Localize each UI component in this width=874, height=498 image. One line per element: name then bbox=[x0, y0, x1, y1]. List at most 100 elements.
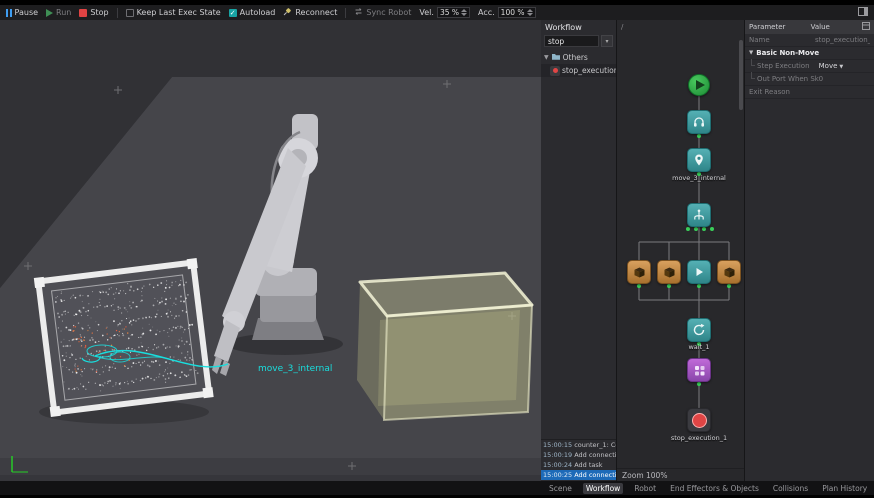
tree-group-others[interactable]: ▼ Others bbox=[541, 50, 616, 64]
tab-plan-history[interactable]: Plan History bbox=[819, 483, 870, 494]
run-button[interactable]: Run bbox=[46, 8, 71, 17]
step-execution-dropdown[interactable]: Move▼ bbox=[819, 62, 870, 70]
param-section-basic-non-move[interactable]: ▼ Basic Non-Move bbox=[745, 47, 874, 60]
wait-node-label: wait_1 bbox=[659, 343, 739, 351]
log-entry[interactable]: 15:00:24Add task bbox=[541, 460, 616, 470]
counter-node[interactable] bbox=[687, 358, 711, 382]
workflow-search-input[interactable] bbox=[544, 35, 599, 47]
checkbox-checked-icon: ✓ bbox=[229, 9, 237, 17]
velocity-value: 35 % bbox=[440, 8, 459, 17]
stop-node-label: stop_execution_1 bbox=[659, 434, 739, 442]
log-time: 15:00:19 bbox=[543, 451, 572, 459]
param-label: Out Port When Skip bbox=[757, 75, 819, 83]
spinner-arrows-icon[interactable] bbox=[461, 9, 467, 16]
parts-bin[interactable] bbox=[34, 258, 214, 417]
box-icon bbox=[723, 266, 736, 279]
3d-viewport[interactable]: move_3_internal bbox=[0, 20, 541, 481]
play-task-node[interactable] bbox=[687, 260, 711, 284]
branch-node[interactable] bbox=[687, 203, 711, 227]
zoom-label: Zoom 100% bbox=[622, 471, 667, 480]
workflow-panel: Workflow ▾ ▼ Others stop_exec bbox=[541, 20, 617, 481]
log-text: counter_1: Count 0 bbox=[574, 441, 616, 449]
param-row-step-execution[interactable]: Step Execution Move▼ bbox=[745, 60, 874, 73]
run-icon bbox=[46, 9, 53, 17]
velocity-control: Vel. 35 % bbox=[419, 7, 470, 18]
sync-icon bbox=[354, 7, 363, 18]
sync-robot-button[interactable]: Sync Robot bbox=[354, 7, 411, 18]
tab-robot[interactable]: Robot bbox=[631, 483, 659, 494]
stop-icon bbox=[79, 9, 87, 17]
log-text: Add task bbox=[574, 461, 602, 469]
log-entry[interactable]: 15:00:15counter_1: Count 0 bbox=[541, 440, 616, 450]
pause-button[interactable]: Pause bbox=[6, 8, 38, 17]
headphones-icon bbox=[692, 115, 706, 129]
caret-down-icon: ▼ bbox=[544, 54, 549, 61]
velocity-spinbox[interactable]: 35 % bbox=[437, 7, 470, 18]
retry-loop-icon bbox=[692, 323, 706, 337]
box-node-3[interactable] bbox=[717, 260, 741, 284]
param-label: Name bbox=[749, 36, 815, 44]
folder-icon bbox=[551, 52, 561, 63]
grid-icon bbox=[693, 364, 706, 377]
reconnect-button[interactable]: Reconnect bbox=[283, 7, 337, 18]
parameter-panel: Parameter Value Name stop_execution_1 ▼ … bbox=[745, 20, 874, 481]
app-window: Pause Run Stop Keep Last Exec State ✓ Au… bbox=[0, 0, 874, 498]
box-node-1[interactable] bbox=[627, 260, 651, 284]
autoload-label: Autoload bbox=[240, 8, 276, 17]
main-area: move_3_internal Workflow ▾ ▼ bbox=[0, 20, 874, 481]
acceleration-control: Acc. 100 % bbox=[478, 7, 536, 18]
reconnect-label: Reconnect bbox=[295, 8, 337, 17]
toolbar-separator bbox=[117, 8, 118, 18]
run-label: Run bbox=[56, 8, 71, 17]
log-text: Add connection bbox=[574, 471, 616, 479]
sync-robot-label: Sync Robot bbox=[366, 8, 411, 17]
wait-node[interactable] bbox=[687, 318, 711, 342]
stop-button[interactable]: Stop bbox=[79, 8, 108, 17]
zoom-indicator: Zoom 100% bbox=[617, 468, 744, 481]
tree-item-stop-execution[interactable]: stop_execution bbox=[541, 64, 616, 77]
headphones-node[interactable] bbox=[687, 110, 711, 134]
location-pin-icon bbox=[692, 153, 706, 167]
acceleration-label: Acc. bbox=[478, 8, 495, 17]
panel-menu-icon[interactable] bbox=[862, 22, 870, 32]
param-row-exit-reason[interactable]: Exit Reason bbox=[745, 86, 874, 99]
search-options-button[interactable]: ▾ bbox=[601, 35, 613, 47]
start-node[interactable] bbox=[688, 74, 710, 96]
log-entry-selected[interactable]: 15:00:25Add connection bbox=[541, 470, 616, 480]
tree-group-label: Others bbox=[563, 53, 588, 62]
param-row-name[interactable]: Name stop_execution_1 bbox=[745, 34, 874, 47]
box-node-2[interactable] bbox=[657, 260, 681, 284]
param-row-out-port[interactable]: Out Port When Skip 0 bbox=[745, 73, 874, 86]
caret-down-icon: ▼ bbox=[749, 50, 753, 56]
log-panel: 15:00:15counter_1: Count 0 15:00:19Add c… bbox=[541, 439, 616, 481]
log-entry[interactable]: 15:00:19Add connection bbox=[541, 450, 616, 460]
keep-last-exec-state-checkbox[interactable]: Keep Last Exec State bbox=[126, 8, 221, 17]
play-icon bbox=[693, 266, 705, 278]
param-label: Step Execution bbox=[757, 62, 819, 70]
graph-scrollbar[interactable] bbox=[739, 40, 743, 110]
velocity-label: Vel. bbox=[419, 8, 434, 17]
workflow-graph-canvas[interactable]: / bbox=[617, 20, 745, 481]
spinner-arrows-icon[interactable] bbox=[527, 9, 533, 16]
autoload-checkbox[interactable]: ✓ Autoload bbox=[229, 8, 276, 17]
log-text: Add connection bbox=[574, 451, 616, 459]
acceleration-spinbox[interactable]: 100 % bbox=[498, 7, 536, 18]
stop-circle-icon bbox=[692, 413, 707, 428]
trajectory-label: move_3_internal bbox=[258, 364, 332, 374]
move-node[interactable] bbox=[687, 148, 711, 172]
tab-scene[interactable]: Scene bbox=[546, 483, 575, 494]
branch-icon bbox=[692, 208, 706, 222]
parameter-column-label: Parameter bbox=[749, 23, 811, 31]
target-box[interactable] bbox=[357, 273, 532, 420]
param-label: Exit Reason bbox=[749, 88, 815, 96]
value-column-label: Value bbox=[811, 23, 862, 31]
panel-layout-icon[interactable] bbox=[858, 7, 868, 18]
tab-end-effectors[interactable]: End Effectors & Objects bbox=[667, 483, 762, 494]
tab-collisions[interactable]: Collisions bbox=[770, 483, 811, 494]
log-time: 15:00:25 bbox=[543, 471, 572, 479]
toolbar-separator bbox=[345, 8, 346, 18]
keep-last-label: Keep Last Exec State bbox=[137, 8, 221, 17]
stop-execution-node[interactable] bbox=[687, 408, 711, 432]
tab-workflow[interactable]: Workflow bbox=[583, 483, 623, 494]
bottom-tab-bar: Scene Workflow Robot End Effectors & Obj… bbox=[0, 481, 874, 495]
